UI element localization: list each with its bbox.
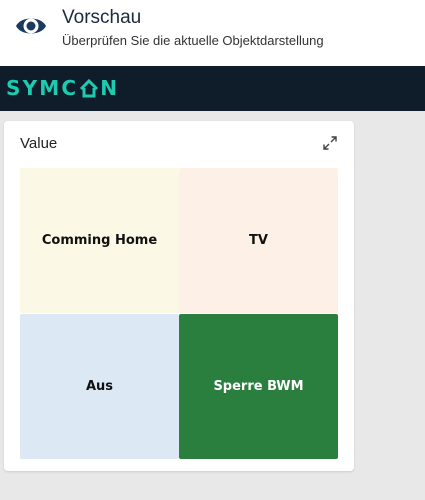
eye-icon [16, 18, 46, 34]
value-card: Value Comming Home TV Aus Sperre BWM [4, 121, 354, 471]
logo-text-left: SYMC [6, 76, 79, 100]
tile-label: Sperre BWM [213, 379, 304, 394]
house-icon [80, 78, 99, 98]
logo-text-right: N [100, 76, 120, 100]
page-subtitle: Überprüfen Sie die aktuelle Objektdarste… [62, 33, 324, 48]
card-title: Value [20, 135, 58, 152]
preview-header: Vorschau Überprüfen Sie die aktuelle Obj… [0, 0, 425, 66]
tile-label: TV [249, 233, 268, 248]
symcon-logo: SYMC N [6, 76, 120, 100]
tile-sperre-bwm[interactable]: Sperre BWM [179, 314, 338, 459]
tile-label: Aus [85, 379, 114, 394]
brand-bar: SYMC N [0, 66, 425, 111]
tile-tv[interactable]: TV [179, 168, 338, 313]
tile-comming-home[interactable]: Comming Home [20, 168, 179, 313]
tile-aus[interactable]: Aus [20, 314, 179, 459]
tile-label: Comming Home [41, 233, 158, 248]
expand-icon[interactable] [322, 135, 338, 151]
page-title: Vorschau [62, 7, 142, 28]
